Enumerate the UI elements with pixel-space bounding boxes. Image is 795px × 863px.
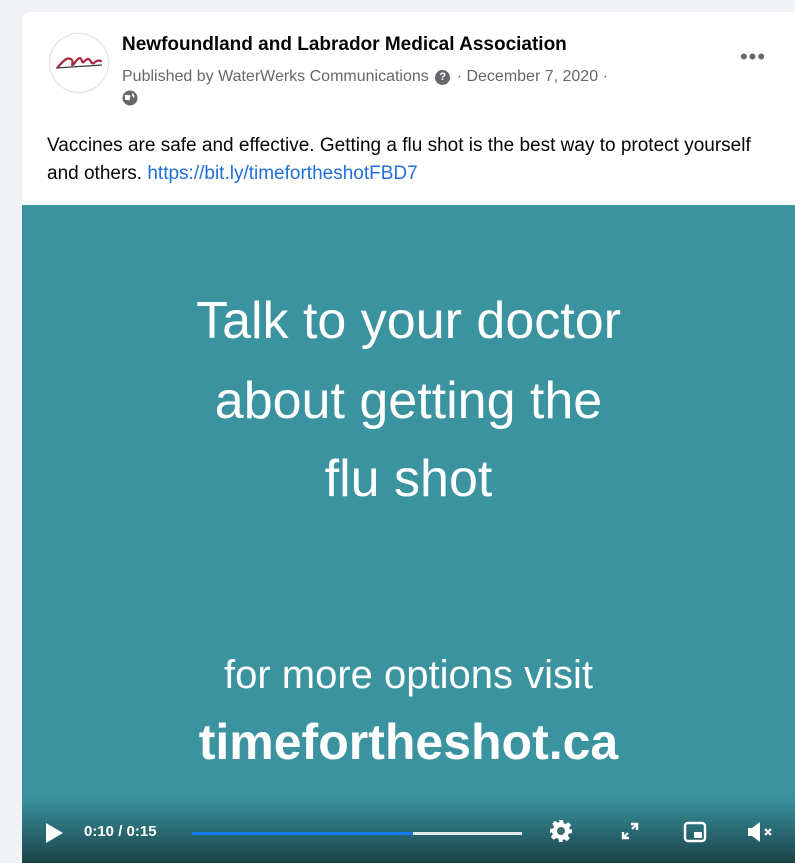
meta-separator-2: ·: [602, 68, 608, 85]
video-text-line-2: about getting the: [214, 372, 603, 430]
settings-icon[interactable]: [549, 819, 573, 848]
picture-in-picture-icon[interactable]: [683, 820, 707, 849]
published-by[interactable]: Published by WaterWerks Communications: [122, 68, 429, 85]
post-meta: Published by WaterWerks Communications ?…: [122, 66, 732, 113]
time-display: 0:10 / 0:15: [84, 823, 157, 840]
fullscreen-icon[interactable]: [620, 821, 640, 846]
page-name[interactable]: Newfoundland and Labrador Medical Associ…: [122, 34, 567, 56]
post-caption: Vaccines are safe and effective. Getting…: [47, 132, 777, 188]
mute-icon[interactable]: [747, 821, 781, 848]
caption-link[interactable]: https://bit.ly/timefortheshotFBD7: [147, 163, 417, 184]
video-player[interactable]: Talk to your doctor about getting the fl…: [22, 205, 795, 863]
post-date[interactable]: December 7, 2020: [466, 68, 598, 85]
video-controls: 0:10 / 0:15: [22, 797, 795, 863]
page-avatar[interactable]: [49, 33, 109, 93]
post-card: Newfoundland and Labrador Medical Associ…: [22, 12, 795, 863]
meta-separator: ·: [456, 68, 463, 85]
progress-fill: [192, 832, 414, 835]
video-text-line-1: Talk to your doctor: [196, 292, 621, 350]
progress-bar[interactable]: [192, 832, 522, 835]
video-text-line-4: for more options visit: [223, 653, 594, 697]
video-text-line-3: flu shot: [324, 450, 493, 508]
play-icon[interactable]: [46, 823, 63, 843]
nlma-logo-icon: [55, 57, 103, 69]
video-url-text: timefortheshot.ca: [198, 714, 619, 770]
help-icon[interactable]: ?: [435, 69, 451, 85]
post-header: Newfoundland and Labrador Medical Associ…: [22, 12, 795, 124]
globe-icon[interactable]: [122, 90, 138, 113]
more-options-button[interactable]: •••: [735, 46, 771, 74]
